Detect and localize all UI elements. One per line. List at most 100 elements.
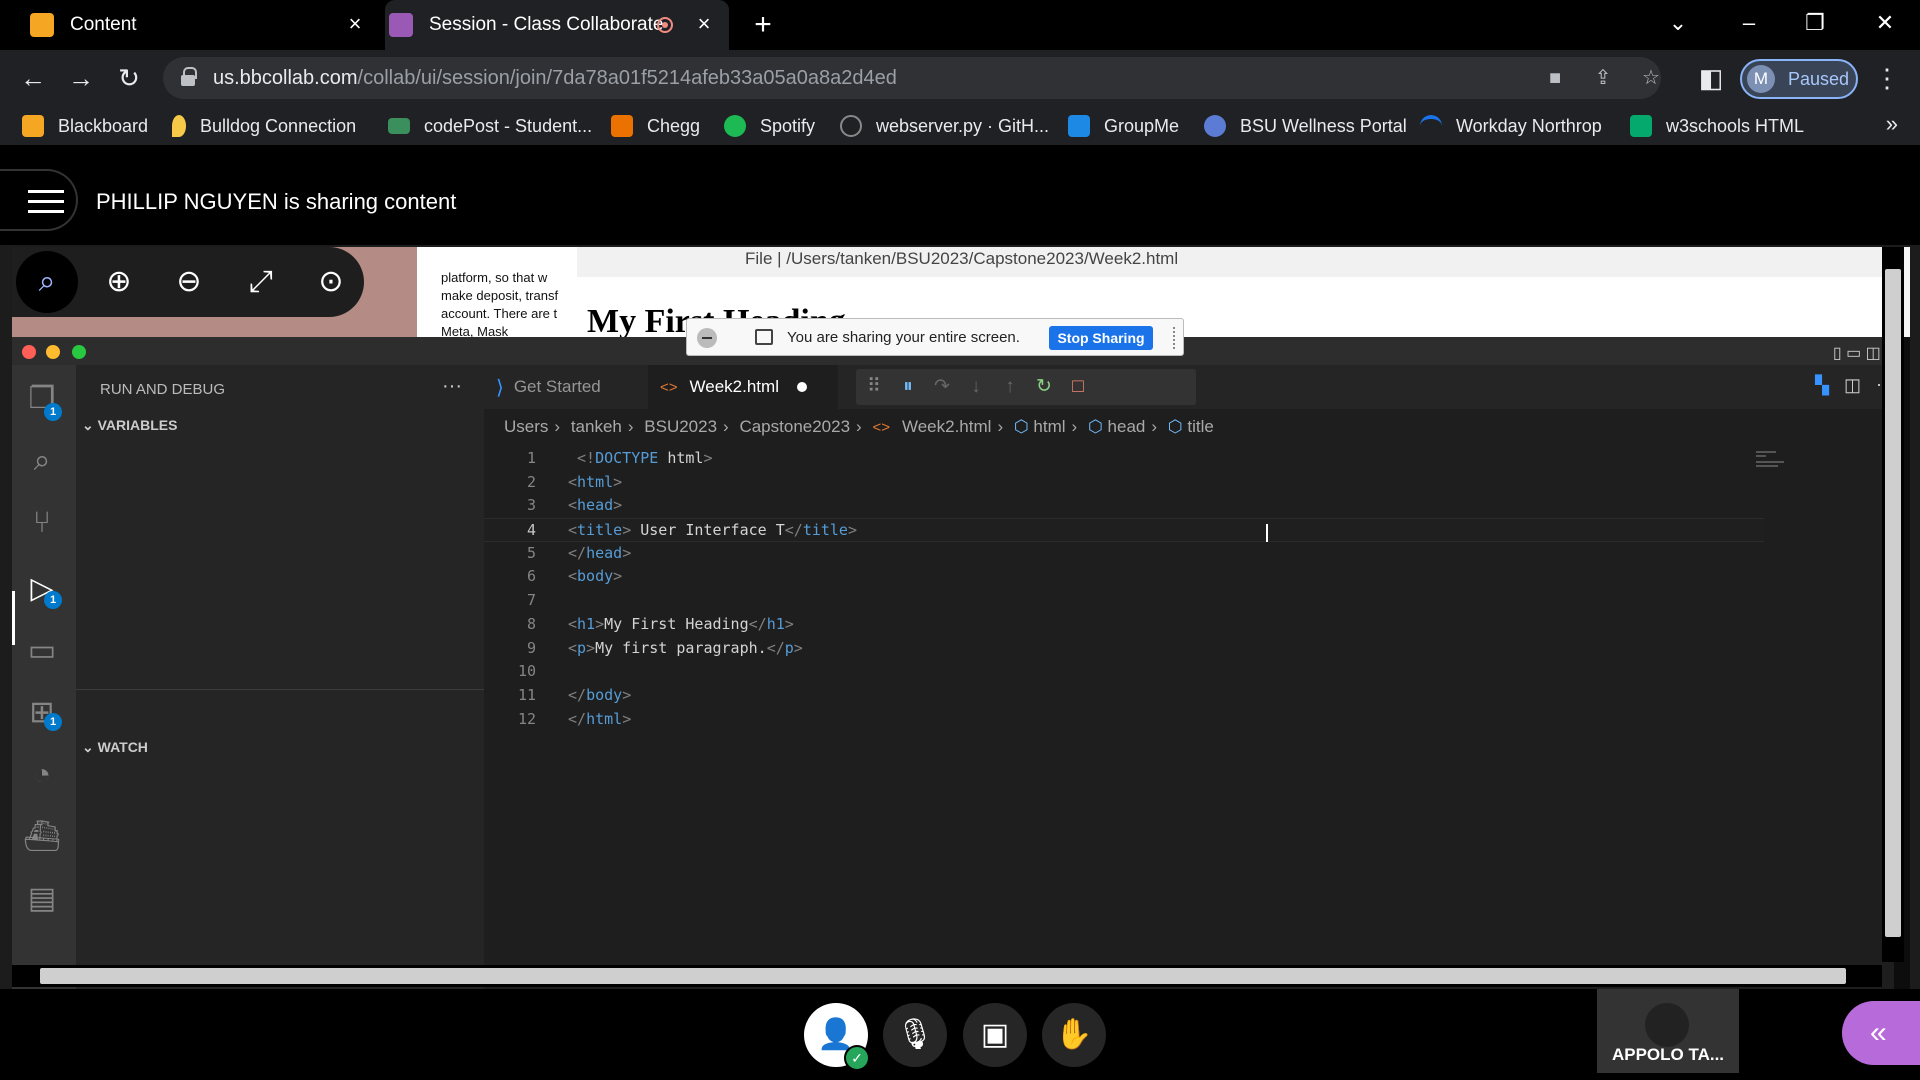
side-panel-icon[interactable]: ◧ [1696, 63, 1726, 93]
code-line[interactable]: 10 [484, 660, 1764, 684]
drag-grip-icon[interactable] [1173, 327, 1177, 349]
breadcrumb-item[interactable]: html [1033, 417, 1065, 436]
more-actions-icon[interactable]: ··· [442, 375, 462, 398]
session-menu-button[interactable] [0, 169, 78, 231]
breadcrumb-item[interactable]: tankeh [571, 417, 622, 436]
collapse-notice-icon[interactable] [697, 328, 717, 348]
watch-section[interactable]: ⌄ WATCH [82, 739, 148, 756]
browser-tab-collaborate[interactable]: Session - Class Collaborate × [385, 0, 729, 50]
bookmark-bulldog[interactable]: Bulldog Connection [172, 113, 356, 139]
restart-icon[interactable]: ↻ [1032, 374, 1056, 400]
breadcrumb-item[interactable]: Capstone2023 [739, 417, 850, 436]
vertical-scrollbar[interactable] [1882, 247, 1904, 962]
scroll-thumb[interactable] [1885, 269, 1901, 937]
zoom-in-icon[interactable]: ⊕ [96, 259, 142, 305]
more-bookmarks-icon[interactable]: » [1886, 111, 1898, 137]
minimap[interactable] [1752, 447, 1894, 477]
tab-week2-html[interactable]: <> Week2.html [648, 365, 838, 409]
bookmark-codepost[interactable]: codePost - Student... [388, 113, 592, 139]
variables-section[interactable]: ⌄ VARIABLES [82, 417, 177, 434]
stop-icon[interactable]: □ [1066, 374, 1090, 400]
bookmark-star-icon[interactable]: ☆ [1639, 66, 1663, 90]
horizontal-scrollbar[interactable] [12, 965, 1882, 987]
microphone-button[interactable]: 🎙 [883, 1003, 947, 1067]
bookmark-chegg[interactable]: Chegg [611, 113, 700, 139]
unsaved-dot-icon[interactable] [796, 382, 807, 392]
minimize-traffic-icon[interactable] [46, 345, 60, 359]
pause-icon[interactable]: ⏸ [896, 374, 920, 400]
attendee-name: APPOLO TA... [1611, 1045, 1725, 1064]
zoom-mode-icon[interactable]: ⌕ [16, 251, 78, 313]
open-collab-panel-button[interactable]: « [1842, 1001, 1920, 1065]
search-icon[interactable]: ⌕ [22, 441, 62, 481]
breadcrumb-item[interactable]: BSU2023 [644, 417, 717, 436]
reload-button[interactable]: ↻ [114, 63, 144, 93]
fit-screen-icon[interactable]: ⤢ [238, 259, 284, 305]
activity-bar: ❐ 1 ⌕ ⑂ ▷ 1 ▭ ⊞ 1 ◔ ⛴ ▤ [12, 365, 76, 989]
remote-explorer-icon[interactable]: ▭ [22, 631, 62, 671]
code-line[interactable]: 7 [484, 589, 1764, 613]
code-line[interactable]: 3 <head> [484, 494, 1764, 518]
code-line[interactable]: 6 <body> [484, 565, 1764, 589]
back-button[interactable]: ← [18, 63, 48, 93]
share-icon[interactable]: ⇪ [1591, 66, 1615, 90]
close-tab-icon[interactable]: × [344, 13, 366, 35]
camera-icon[interactable]: ■ [1543, 66, 1567, 90]
forward-button[interactable]: → [66, 63, 96, 93]
attendee-tile[interactable]: APPOLO TA... [1597, 989, 1739, 1073]
docker-icon[interactable]: ⛴ [22, 817, 62, 857]
new-tab-button[interactable]: + [748, 8, 778, 42]
bookmark-blackboard[interactable]: Blackboard [22, 113, 148, 139]
breadcrumb-item[interactable]: Users [504, 417, 548, 436]
step-into-icon[interactable]: ↓ [964, 374, 988, 400]
source-control-icon[interactable]: ⑂ [22, 503, 62, 543]
open-preview-icon[interactable]: ▚ [1815, 375, 1829, 395]
stop-sharing-button[interactable]: Stop Sharing [1049, 326, 1153, 350]
code-line[interactable]: 12 </html> [484, 708, 1764, 732]
actual-size-icon[interactable]: ⊙ [308, 259, 354, 305]
close-tab-icon[interactable]: × [693, 13, 715, 35]
tab-get-started[interactable]: ⟩ Get Started [484, 365, 648, 409]
code-line[interactable]: 11 </body> [484, 684, 1764, 708]
breadcrumb-item[interactable]: title [1187, 417, 1213, 436]
notebook-icon[interactable]: ▤ [22, 879, 62, 919]
drag-handle-icon[interactable]: ⠿ [862, 374, 886, 400]
code-line[interactable]: 1 <!DOCTYPE html> [484, 447, 1764, 471]
zoom-out-icon[interactable]: ⊖ [166, 259, 212, 305]
split-editor-icon[interactable]: ◫ [1844, 375, 1861, 395]
bookmark-w3schools[interactable]: w3schools HTML [1630, 113, 1804, 139]
code-editor[interactable]: 1 <!DOCTYPE html> 2 <html> 3 <head> 4 <title> … [484, 447, 1764, 731]
tab-search-icon[interactable]: ⌄ [1663, 10, 1693, 36]
bookmark-github[interactable]: webserver.py · GitH... [840, 113, 1049, 139]
line-text: <h1>My First Heading</h1> [568, 614, 794, 633]
restore-button[interactable]: ❐ [1800, 10, 1830, 36]
bookmark-workday[interactable]: Workday Northrop [1420, 113, 1602, 139]
code-line[interactable]: 8 <h1>My First Heading</h1> [484, 613, 1764, 637]
zoom-traffic-icon[interactable] [72, 345, 86, 359]
camera-button[interactable]: ▣ [963, 1003, 1027, 1067]
code-line[interactable]: 2 <html> [484, 471, 1764, 495]
git-graph-icon[interactable]: ◔ [22, 755, 62, 795]
raise-hand-button[interactable]: ✋ [1042, 1003, 1106, 1067]
code-line[interactable]: 9 <p>My first paragraph.</p> [484, 637, 1764, 661]
scroll-thumb[interactable] [40, 968, 1846, 984]
menu-bar-icon [28, 200, 64, 203]
close-window-button[interactable]: ✕ [1870, 10, 1900, 36]
breadcrumb-item[interactable]: Week2.html [902, 417, 991, 436]
profile-button[interactable]: M Paused [1740, 59, 1858, 99]
bookmark-bsu-wellness[interactable]: BSU Wellness Portal [1204, 113, 1407, 139]
close-traffic-icon[interactable] [22, 345, 36, 359]
step-over-icon[interactable]: ↷ [930, 374, 954, 400]
browser-tab-content[interactable]: Content × [18, 0, 380, 50]
step-out-icon[interactable]: ↑ [998, 374, 1022, 400]
bookmark-spotify[interactable]: Spotify [724, 113, 815, 139]
bookmark-groupme[interactable]: GroupMe [1068, 113, 1179, 139]
minimize-button[interactable]: – [1734, 10, 1764, 36]
lock-icon[interactable] [181, 67, 197, 86]
browser-menu-icon[interactable]: ⋮ [1872, 63, 1902, 93]
address-bar[interactable]: us.bbcollab.com/collab/ui/session/join/7… [163, 57, 1661, 99]
code-line[interactable]: 5 </head> [484, 542, 1764, 566]
breadcrumb-item[interactable]: head [1108, 417, 1146, 436]
my-status-button[interactable]: 👤 ✓ [804, 1003, 870, 1071]
code-line[interactable]: 4 <title> User Interface T</title> [484, 518, 1764, 543]
